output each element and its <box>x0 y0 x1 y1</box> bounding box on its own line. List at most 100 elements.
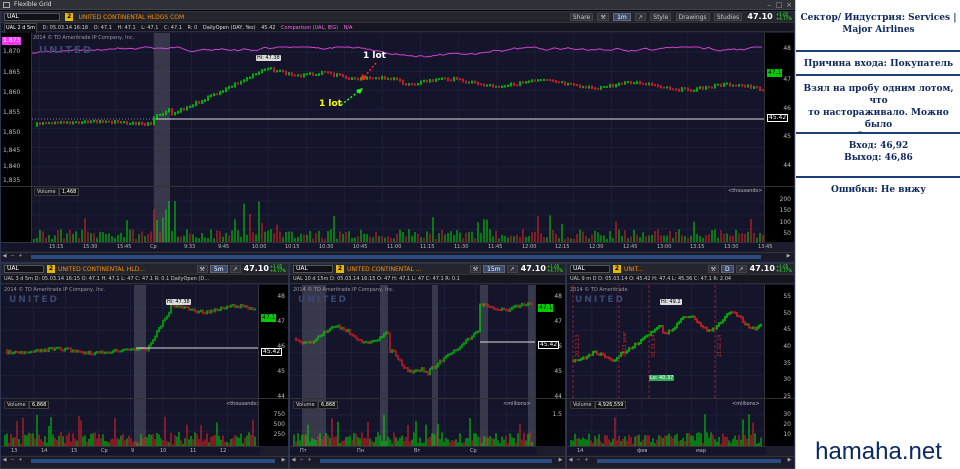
cursor-icon[interactable]: ↗ <box>635 13 647 21</box>
right-price-scale[interactable]: 55 50 45 40 35 30 25 <box>764 285 794 400</box>
time-axis: Пт Пн Вт Ср <box>290 446 537 455</box>
share-button[interactable]: Share <box>569 13 594 21</box>
sub-price-plot[interactable]: 2014 © TD Ameritrade UNITED Hi: 49.2 Lo: 40… <box>567 285 766 398</box>
period-button[interactable]: 1m <box>613 13 631 21</box>
link-badge[interactable]: 2 <box>336 265 344 273</box>
tools-icon[interactable]: ⚒ <box>196 265 208 273</box>
volume-value: 6,868 <box>29 401 50 409</box>
chart-scrollbar[interactable]: ◀ − + ▶ <box>1 456 288 464</box>
link-badge[interactable]: 2 <box>65 13 74 21</box>
zoom-in-icon[interactable]: + <box>306 457 313 464</box>
period-button[interactable]: 15m <box>483 265 505 273</box>
sub-price-plot[interactable]: 2014 © TD Ameritrade IP Company, Inc. UNI… <box>290 285 537 398</box>
right-scale-label: 30 <box>783 376 791 384</box>
info-close: C: 47.1 <box>164 25 182 31</box>
time-axis-label: фев <box>637 448 648 454</box>
reason-box: Причина входа: Покупатель <box>796 52 960 76</box>
time-axis: 15:15 15:30 15:45 Ср 9:33 9:45 10:00 10:15 10:30… <box>1 242 772 251</box>
volume-scale-label: 150 <box>779 207 791 214</box>
cursor-icon[interactable]: ↗ <box>735 265 747 273</box>
last-price: 47.10 <box>243 264 269 273</box>
time-axis-label: 14 <box>577 448 584 454</box>
scroll-left-icon[interactable]: ◀ <box>290 457 297 464</box>
time-axis-label: мар <box>696 448 707 454</box>
chart-scrollbar[interactable]: ◀ − + ▶ <box>567 456 794 464</box>
low-label: Lo: 40.37 <box>649 375 675 381</box>
session-shading <box>134 285 146 398</box>
symbol-input[interactable]: UAL <box>4 13 60 21</box>
maximize-icon[interactable]: □ <box>775 1 783 9</box>
sub-price-plot[interactable]: 2014 © TD Ameritrade IP Company, Inc. UNI… <box>1 285 260 398</box>
zoom-in-icon[interactable]: + <box>583 457 590 464</box>
zoom-in-icon[interactable]: + <box>17 457 24 464</box>
tools-icon[interactable]: ⚒ <box>707 265 719 273</box>
scroll-thumb[interactable] <box>320 459 552 463</box>
sector-title: Сектор/ Индустрия: Services | <box>800 13 957 23</box>
scroll-left-icon[interactable]: ◀ <box>1 253 8 260</box>
right-price-scale[interactable]: 48 47 46 45 44 47.1 45.42 <box>764 33 794 186</box>
sub-chart-toolbar: UAL 2 UNITED CONTINENTAL ... ⚒ 15m ↗ 47.10 +1.0… <box>290 264 565 275</box>
scroll-thumb[interactable] <box>597 459 781 463</box>
close-icon[interactable]: × <box>785 1 793 9</box>
scroll-right-icon[interactable]: ▶ <box>786 457 793 464</box>
date-marker-label: 20.12.13 <box>575 334 581 357</box>
link-badge[interactable]: 2 <box>613 265 621 273</box>
info-date: D: 05.03.14 16:18 <box>42 25 89 31</box>
zoom-out-icon[interactable]: − <box>298 457 305 464</box>
right-price-scale[interactable]: 484746454447.145.42 <box>258 285 288 400</box>
minimize-icon[interactable]: – <box>765 1 773 9</box>
scroll-left-icon[interactable]: ◀ <box>567 457 574 464</box>
sub-chart-panel: UAL 2 UNIT... ⚒ D ↗ 47.10 +1.05 +4.77% UAL 9 m D … <box>566 263 795 469</box>
brand-logo: hamaha.net <box>796 435 960 469</box>
info-daily-open: DailyOpen (DAY, Yes) <box>202 25 256 31</box>
right-price-scale[interactable]: 484746454447.145.42 <box>535 285 565 400</box>
chart-scrollbar[interactable]: ◀ − + ▶ <box>1 252 794 260</box>
chart-scrollbar[interactable]: ◀ − + ▶ <box>290 456 565 464</box>
symbol-input[interactable]: UAL <box>293 265 333 273</box>
cursor-icon[interactable]: ↗ <box>229 265 241 273</box>
period-button[interactable]: D <box>720 265 734 273</box>
symbol-input[interactable]: UAL <box>570 265 610 273</box>
main-volume-plot[interactable]: Volume 1,468 <thousands> <box>1 186 764 243</box>
left-scale: 1.873 1,870 1,865 1,860 1,855 1,850 1,84… <box>1 33 32 186</box>
time-axis-label: 13 <box>11 448 18 454</box>
symbol-description: UNIT... <box>624 266 644 273</box>
scroll-left-icon[interactable]: ◀ <box>1 457 8 464</box>
time-axis-label: 12:30 <box>589 244 604 250</box>
tools-icon[interactable]: ⚒ <box>597 13 609 21</box>
zoom-in-icon[interactable]: + <box>17 253 24 260</box>
zoom-out-icon[interactable]: − <box>9 253 16 260</box>
style-button[interactable]: Style <box>650 13 672 21</box>
zoom-out-icon[interactable]: − <box>9 457 16 464</box>
daily-open-tag: 45.42 <box>261 348 283 356</box>
right-scale-label: 47 <box>554 318 562 325</box>
cursor-icon[interactable]: ↗ <box>506 265 518 273</box>
period-button[interactable]: 5m <box>209 265 228 273</box>
time-axis-label: 10 <box>160 448 167 454</box>
zoom-out-icon[interactable]: − <box>575 457 582 464</box>
scroll-thumb[interactable] <box>31 459 275 463</box>
sub-volume-plot[interactable]: Volume 6,868 <thousands> <box>1 398 261 447</box>
drawings-button[interactable]: Drawings <box>675 13 710 21</box>
main-volume-svg <box>1 187 764 243</box>
sub-volume-plot[interactable]: Volume 6,868 <millions> <box>290 398 537 447</box>
sub-chart-toolbar-right: ⚒ 15m ↗ 47.10 +1.05 +4.77% <box>468 264 563 275</box>
volume-value: 6,868 <box>318 401 339 409</box>
volume-value: 4,926,559 <box>595 401 627 409</box>
volume-units: <millions> <box>732 401 760 407</box>
scroll-right-icon[interactable]: ▶ <box>785 253 792 260</box>
symbol-input[interactable]: UAL <box>4 265 44 273</box>
main-chart-toolbar-right: Share ⚒ 1m ↗ Style Drawings Studies 47.1… <box>568 12 792 23</box>
link-badge[interactable]: 2 <box>47 265 55 273</box>
studies-button[interactable]: Studies <box>713 13 743 21</box>
volume-units: <thousands> <box>226 401 261 407</box>
scroll-thumb[interactable] <box>31 255 761 259</box>
time-axis-label: 13:30 <box>724 244 739 250</box>
tools-icon[interactable]: ⚒ <box>469 265 482 273</box>
notes-column: Сектор/ Индустрия: Services | Major Airl… <box>795 0 960 469</box>
scroll-right-icon[interactable]: ▶ <box>557 457 564 464</box>
volume-scale-label: 200 <box>779 196 791 203</box>
sub-volume-plot[interactable]: Volume 4,926,559 <millions> <box>567 398 766 447</box>
main-price-plot[interactable]: 2014 © TD Ameritrade IP Company, Inc. UN… <box>1 33 764 186</box>
scroll-right-icon[interactable]: ▶ <box>280 457 287 464</box>
